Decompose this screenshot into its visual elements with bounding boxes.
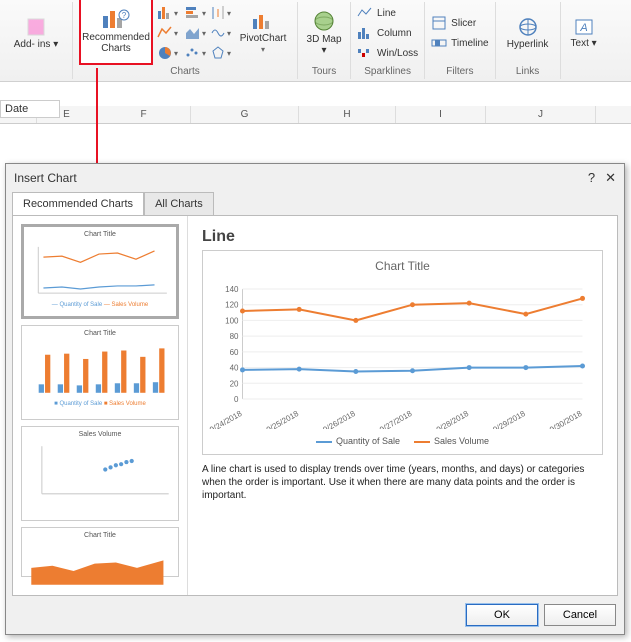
svg-text:20: 20 (230, 379, 239, 388)
thumb-area[interactable]: Chart Title (21, 527, 179, 577)
insert-chart-dialog: Insert Chart ? ✕ Recommended Charts All … (5, 163, 625, 635)
scatter-chart-icon[interactable] (185, 45, 201, 61)
svg-text:A: A (579, 22, 587, 34)
column-headers: D E F G H I J (0, 106, 631, 124)
line-chart-icon[interactable] (157, 25, 173, 41)
sparkline-winloss-icon (357, 46, 373, 60)
col-header[interactable]: J (486, 106, 596, 123)
text-label: Text ▾ (571, 38, 597, 49)
svg-text:0: 0 (234, 395, 239, 404)
globe-icon (312, 10, 336, 32)
help-icon[interactable]: ? (588, 170, 595, 186)
recommended-charts-icon: ? (102, 8, 130, 30)
svg-text:9/29/2018: 9/29/2018 (492, 409, 528, 429)
slicer-icon (431, 16, 447, 30)
sparkline-column-icon (357, 26, 373, 40)
hyperlink-label: Hyperlink (507, 39, 549, 50)
recommended-charts-button[interactable]: ? Recommended Charts (79, 0, 153, 65)
text-button[interactable]: A Text ▾ (567, 3, 601, 63)
pie-chart-icon[interactable] (157, 45, 173, 61)
dialog-tabs: Recommended Charts All Charts (6, 192, 624, 215)
svg-text:140: 140 (225, 285, 239, 294)
chart-description: A line chart is used to display trends o… (202, 463, 603, 502)
column-chart-icon[interactable] (185, 5, 201, 21)
svg-text:9/30/2018: 9/30/2018 (548, 409, 584, 429)
hyperlink-icon (516, 17, 540, 37)
pivotchart-icon (251, 11, 275, 31)
chart-gallery: ▾ ▾ ▾ ▾ ▾ ▾ (157, 3, 206, 63)
preview-heading: Line (202, 228, 603, 246)
pivotchart-button[interactable]: PivotChart ▾ (235, 3, 291, 63)
svg-text:60: 60 (230, 348, 239, 357)
svg-text:?: ? (122, 11, 127, 20)
col-header[interactable]: G (191, 106, 299, 123)
svg-text:9/27/2018: 9/27/2018 (378, 409, 414, 429)
legend-item-2: Sales Volume (414, 436, 489, 446)
stock-chart-icon[interactable] (210, 5, 226, 21)
hyperlink-button[interactable]: Hyperlink (502, 3, 554, 63)
svg-text:120: 120 (225, 301, 239, 310)
links-group-label: Links (516, 66, 539, 77)
svg-text:9/26/2018: 9/26/2018 (322, 409, 358, 429)
dialog-title: Insert Chart (14, 171, 77, 185)
sparkline-line-button[interactable]: Line (357, 3, 418, 23)
sparkline-winloss-button[interactable]: Win/Loss (357, 43, 418, 63)
thumb-scatter[interactable]: Sales Volume (21, 426, 179, 521)
addins-label: Add- ins ▾ (14, 39, 58, 50)
dialog-buttons: OK Cancel (6, 596, 624, 634)
timeline-icon (431, 36, 447, 50)
tab-recommended[interactable]: Recommended Charts (12, 192, 144, 215)
chart-gallery-2: ▾ ▾ ▾ (210, 3, 231, 63)
surface-chart-icon[interactable] (210, 25, 226, 41)
slicer-button[interactable]: Slicer (431, 13, 488, 33)
chart-thumbnails[interactable]: Chart Title — Quantity of Sale — Sales V… (13, 216, 188, 595)
radar-chart-icon[interactable] (210, 45, 226, 61)
svg-text:80: 80 (230, 332, 239, 341)
charts-group-label: Charts (170, 66, 199, 77)
sparkline-column-button[interactable]: Column (357, 23, 418, 43)
text-icon: A (574, 18, 594, 36)
svg-text:9/25/2018: 9/25/2018 (265, 409, 301, 429)
timeline-button[interactable]: Timeline (431, 33, 488, 53)
addins-button[interactable]: Add- ins ▾ (6, 3, 66, 63)
sparkline-line-icon (357, 6, 373, 20)
ribbon: Add- ins ▾ ? Recommended Charts ▾ ▾ ▾ ▾ … (0, 0, 631, 82)
cancel-button[interactable]: Cancel (544, 604, 616, 626)
ok-button[interactable]: OK (466, 604, 538, 626)
tab-all-charts[interactable]: All Charts (144, 192, 214, 215)
col-header[interactable]: I (396, 106, 486, 123)
bar-chart-icon[interactable] (157, 5, 173, 21)
dialog-titlebar: Insert Chart ? ✕ (6, 164, 624, 192)
sparklines-group-label: Sparklines (364, 66, 411, 77)
3d-map-label: 3D Map ▾ (304, 34, 344, 56)
svg-text:9/28/2018: 9/28/2018 (435, 409, 471, 429)
area-chart-icon[interactable] (185, 25, 201, 41)
3d-map-button[interactable]: 3D Map ▾ (304, 3, 344, 63)
col-header[interactable]: F (97, 106, 191, 123)
line-chart-svg: 0 20 40 60 80 100 120 140 9/24/2018 9/25/2018 9/2… (209, 279, 596, 429)
svg-text:100: 100 (225, 316, 239, 325)
chart-preview-box[interactable]: Chart Title 0 20 40 60 80 100 120 140 9/24/2018… (202, 250, 603, 455)
thumb-line[interactable]: Chart Title — Quantity of Sale — Sales V… (21, 224, 179, 319)
chart-title: Chart Title (209, 259, 596, 273)
chart-legend: Quantity of Sale Sales Volume (209, 436, 596, 446)
close-icon[interactable]: ✕ (605, 170, 616, 186)
chart-preview: Line Chart Title 0 20 40 60 80 100 120 140 9/24… (188, 216, 617, 595)
legend-item-1: Quantity of Sale (316, 436, 400, 446)
svg-text:9/24/2018: 9/24/2018 (209, 409, 244, 429)
col-header[interactable]: H (299, 106, 396, 123)
svg-text:40: 40 (230, 364, 239, 373)
tours-group-label: Tours (312, 66, 336, 77)
pivotchart-label: PivotChart (240, 33, 287, 44)
recommended-charts-label: Recommended Charts (81, 32, 151, 54)
filters-group-label: Filters (446, 66, 473, 77)
name-box[interactable]: Date (0, 100, 60, 118)
thumb-clustered-column[interactable]: Chart Title ■ Quantity of Sale ■ Sales V… (21, 325, 179, 420)
